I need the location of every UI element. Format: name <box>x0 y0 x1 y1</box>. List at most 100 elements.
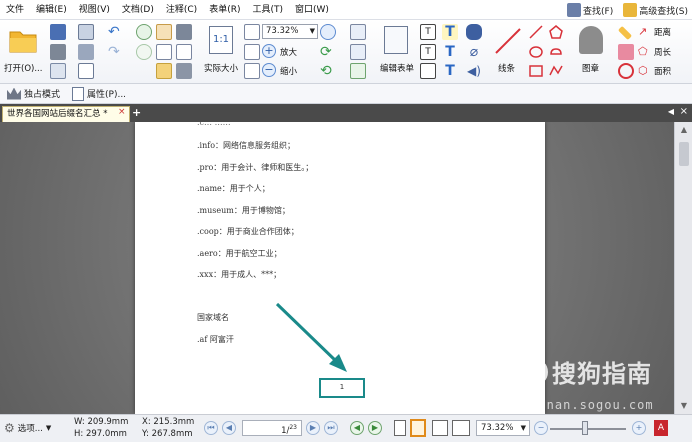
last-page-icon[interactable]: ⏭ <box>324 421 338 435</box>
no-entry-icon[interactable] <box>618 63 634 79</box>
line-tool-button[interactable]: 线条 <box>490 24 526 78</box>
fit-page-icon[interactable] <box>244 24 260 40</box>
print-icon[interactable] <box>50 44 66 60</box>
area-button[interactable]: ⬡ 面积 <box>638 63 690 79</box>
text-field-icon[interactable]: T <box>420 24 436 40</box>
edit-form-button[interactable]: 编辑表单 <box>378 24 416 78</box>
scan-icon[interactable] <box>78 44 94 60</box>
first-page-icon[interactable]: ⏮ <box>204 421 218 435</box>
zoom-out-button[interactable]: − 缩小 <box>262 63 312 79</box>
doc-line: .pro：用于会计、律师和医生。； <box>197 163 314 172</box>
form-select-icon[interactable] <box>350 24 366 40</box>
total-pages: 23 <box>289 424 297 431</box>
open-button[interactable]: 打开(O)... <box>4 24 44 76</box>
menu-window[interactable]: 窗口(W) <box>289 0 335 20</box>
zoom-in-status-icon[interactable]: + <box>632 421 646 435</box>
polygon-shape-icon[interactable] <box>548 24 564 40</box>
highlight-text-icon[interactable]: T <box>442 44 458 60</box>
attachment-icon[interactable]: ⌀ <box>466 44 482 60</box>
underline-text-icon[interactable]: T <box>442 63 458 79</box>
menu-file[interactable]: 文件 <box>0 0 30 20</box>
page-input[interactable]: 1/23 <box>242 420 302 436</box>
ellipse-shape-icon[interactable] <box>528 44 544 60</box>
zoom-select[interactable]: 73.32% ▼ <box>262 24 318 39</box>
menu-tools[interactable]: 工具(T) <box>246 0 289 20</box>
pdf-page[interactable]: .c… …… .info：网络信息服务组织； .pro：用于会计、律师和医生。；… <box>135 122 545 414</box>
menu-form[interactable]: 表单(R) <box>203 0 246 20</box>
actual-size-label: 实际大小 <box>204 64 239 74</box>
continuous-facing-icon[interactable] <box>452 420 470 436</box>
tab-list-chevron-icon[interactable]: ◀ <box>668 107 674 116</box>
rectangle-shape-icon[interactable] <box>528 63 544 79</box>
actual-size-button[interactable]: 1:1 实际大小 <box>204 24 242 78</box>
status-zoom-select[interactable]: 73.32% ▼ <box>476 420 530 436</box>
polyline-shape-icon[interactable] <box>548 63 564 79</box>
page-icon[interactable] <box>78 63 94 79</box>
rotate-right-icon[interactable]: ⟳ <box>320 44 336 60</box>
single-page-icon[interactable] <box>394 420 406 436</box>
zoom-slider-thumb[interactable] <box>582 421 588 435</box>
options-button[interactable]: ⚙ 选项... ▼ <box>4 421 51 435</box>
rotate-left-icon[interactable]: ⟲ <box>320 63 336 79</box>
exclusive-mode-button[interactable]: 独占模式 <box>4 87 63 100</box>
form-field-icon[interactable] <box>350 44 366 60</box>
tab-close-icon[interactable]: × <box>118 106 128 118</box>
pin-icon[interactable] <box>466 24 482 40</box>
scroll-down-icon[interactable]: ▼ <box>678 400 690 412</box>
menu-edit[interactable]: 编辑(E) <box>30 0 73 20</box>
zoom-in-small-icon[interactable] <box>320 24 336 40</box>
image-icon[interactable] <box>156 63 172 79</box>
eraser-icon[interactable] <box>618 44 634 60</box>
new-tab-icon[interactable]: + <box>132 107 144 119</box>
arrow-shape-icon[interactable] <box>528 24 544 40</box>
pdf-icon[interactable]: A <box>654 420 668 436</box>
close-all-icon[interactable]: × <box>680 106 688 117</box>
status-zoom-value: 73.32% <box>481 423 514 433</box>
advanced-find-button[interactable]: 高级查找(S) <box>619 1 692 19</box>
form-add-icon[interactable] <box>350 63 366 79</box>
select-text-icon[interactable] <box>156 44 172 60</box>
vertical-scrollbar[interactable]: ▲ ▼ <box>674 122 692 414</box>
redo-icon[interactable]: ↷ <box>108 44 124 60</box>
perimeter-button[interactable]: ⬠ 周长 <box>638 44 690 60</box>
pencil-icon[interactable] <box>617 25 633 41</box>
menu-view[interactable]: 视图(V) <box>73 0 116 20</box>
typewriter-text-icon[interactable]: T <box>442 24 458 40</box>
watermark-text: 搜狗指南 <box>552 360 652 388</box>
properties-icon <box>72 86 85 101</box>
back-view-icon[interactable]: ◀ <box>350 421 364 435</box>
forward-view-icon[interactable]: ▶ <box>368 421 382 435</box>
typewriter-icon[interactable] <box>176 63 192 79</box>
sound-icon[interactable]: ◀) <box>466 63 482 79</box>
properties-button[interactable]: 属性(P)... <box>69 86 129 101</box>
new-doc-icon[interactable] <box>50 63 66 79</box>
distance-button[interactable]: ↗ 距离 <box>638 24 690 40</box>
next-page-icon[interactable]: ▶ <box>306 421 320 435</box>
scroll-thumb[interactable] <box>679 142 689 166</box>
camera-icon[interactable] <box>176 24 192 40</box>
hand-tool-icon[interactable] <box>156 24 172 40</box>
forward-icon[interactable] <box>136 44 152 60</box>
back-icon[interactable] <box>136 24 152 40</box>
zoom-in-button[interactable]: + 放大 <box>262 44 312 60</box>
select-annotation-icon[interactable] <box>176 44 192 60</box>
save-icon[interactable] <box>50 24 66 40</box>
zoom-slider-track[interactable] <box>550 428 626 430</box>
menu-comment[interactable]: 注释(C) <box>160 0 203 20</box>
continuous-page-icon[interactable] <box>410 419 426 437</box>
facing-page-icon[interactable] <box>432 420 448 436</box>
prev-page-icon[interactable]: ◀ <box>222 421 236 435</box>
fit-width-icon[interactable] <box>244 44 260 60</box>
menu-document[interactable]: 文档(D) <box>116 0 160 20</box>
cloud-shape-icon[interactable] <box>548 44 564 60</box>
callout-icon[interactable] <box>420 63 436 79</box>
email-icon[interactable] <box>78 24 94 40</box>
fit-visible-icon[interactable] <box>244 63 260 79</box>
find-button[interactable]: 查找(F) <box>563 1 617 19</box>
undo-icon[interactable]: ↶ <box>108 24 124 40</box>
zoom-out-status-icon[interactable]: − <box>534 421 548 435</box>
text-box-icon[interactable]: T <box>420 44 436 60</box>
stamp-button[interactable]: 图章 <box>572 24 610 78</box>
tab-document[interactable]: 世界各国网站后缀名汇总 * <box>2 106 130 122</box>
scroll-up-icon[interactable]: ▲ <box>678 124 690 136</box>
